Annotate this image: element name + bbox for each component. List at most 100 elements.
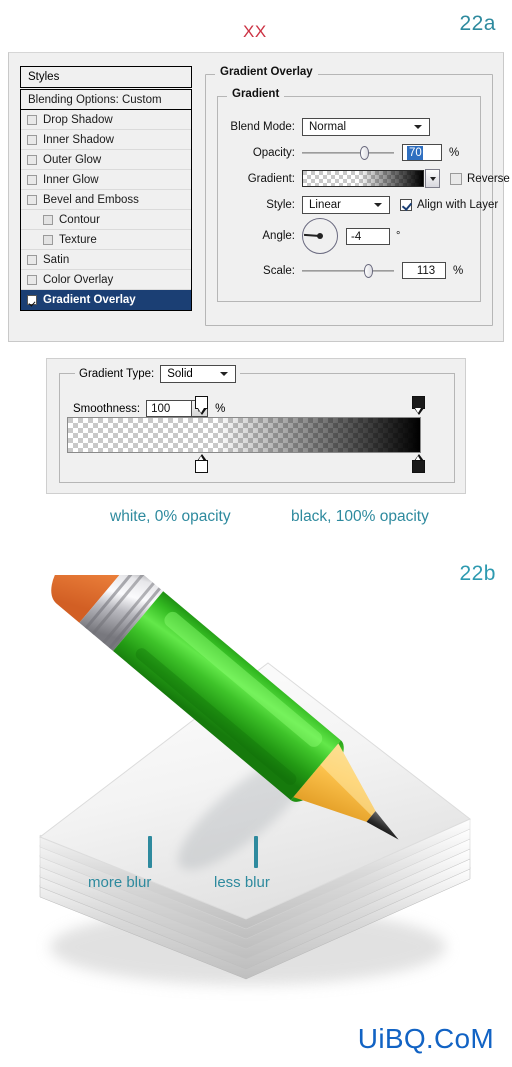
color-stop-swatch — [195, 460, 208, 473]
checkbox-inner-shadow[interactable] — [27, 134, 37, 145]
checkbox-texture[interactable] — [43, 234, 53, 245]
checkbox-gradient-overlay[interactable] — [27, 295, 37, 305]
opacity-slider-track — [302, 151, 394, 154]
blend-mode-row: Blend Mode: Normal — [227, 118, 430, 136]
scale-unit: % — [453, 264, 464, 277]
gradient-preview-bar[interactable] — [67, 417, 421, 453]
checkbox-bevel-and-emboss[interactable] — [27, 194, 37, 205]
checkbox-drop-shadow[interactable] — [27, 114, 37, 125]
style-row-outer-glow[interactable]: Outer Glow — [21, 150, 191, 170]
smoothness-unit: % — [215, 402, 226, 415]
angle-dial[interactable] — [302, 218, 338, 254]
opacity-label: Opacity: — [252, 146, 295, 159]
reverse-checkbox-row[interactable]: Reverse — [450, 172, 510, 185]
gradient-group-title: Gradient — [227, 88, 285, 100]
opacity-slider-knob[interactable] — [360, 145, 369, 160]
smoothness-value: 100 — [151, 403, 171, 415]
opacity-slider[interactable] — [302, 145, 394, 160]
style-label-outer-glow: Outer Glow — [43, 153, 102, 166]
styles-list: Blending Options: Custom Drop Shadow Inn… — [20, 89, 192, 311]
gradient-type-select[interactable]: Solid — [160, 365, 237, 383]
color-stop-white[interactable] — [195, 454, 208, 474]
checkbox-inner-glow[interactable] — [27, 174, 37, 185]
checkbox-align-with-layer[interactable] — [400, 199, 412, 211]
caption-more-blur: more blur — [88, 874, 152, 891]
checkbox-color-overlay[interactable] — [27, 274, 37, 285]
checkbox-satin[interactable] — [27, 254, 37, 265]
opacity-stop-tip-icon — [196, 408, 207, 415]
style-row-texture[interactable]: Texture — [21, 230, 191, 250]
checkbox-reverse[interactable] — [450, 172, 462, 185]
style-row-inner-shadow[interactable]: Inner Shadow — [21, 130, 191, 150]
style-row-contour[interactable]: Contour — [21, 210, 191, 230]
style-select[interactable]: Linear — [302, 196, 390, 214]
site-watermark: UiBQ.CoM — [357, 1023, 494, 1054]
layer-style-dialog: Styles Blending Options: Custom Drop Sha… — [8, 52, 510, 342]
color-stop-black[interactable] — [412, 454, 425, 474]
scale-input[interactable]: 113 — [402, 262, 446, 279]
gradient-overlay-pane: Gradient Overlay Gradient Blend Mode: No… — [205, 66, 510, 328]
style-row-gradient-overlay[interactable]: Gradient Overlay — [21, 290, 191, 310]
style-label-inner-glow: Inner Glow — [43, 173, 99, 186]
chevron-down-icon — [220, 372, 229, 376]
reverse-label: Reverse — [467, 172, 510, 185]
opacity-stop-white[interactable] — [195, 396, 208, 416]
scale-slider[interactable] — [302, 263, 394, 278]
figure-header-row: XX 22a — [0, 0, 512, 48]
opacity-input[interactable]: 70 — [402, 144, 442, 161]
xx-marker: XX — [243, 22, 267, 41]
style-row-drop-shadow[interactable]: Drop Shadow — [21, 110, 191, 130]
style-label-color-overlay: Color Overlay — [43, 273, 114, 286]
style-row: Style: Linear Align with Layer — [227, 196, 498, 214]
caption-black-stop: black, 100% opacity — [291, 508, 429, 525]
opacity-row: Opacity: 70 % — [227, 144, 459, 161]
color-stop-swatch — [412, 460, 425, 473]
opacity-unit: % — [449, 146, 460, 159]
style-label-gradient-overlay: Gradient Overlay — [43, 294, 136, 306]
blending-options-label: Blending Options: Custom — [28, 93, 162, 106]
scale-label: Scale: — [263, 264, 295, 277]
style-label-texture: Texture — [59, 233, 97, 246]
blending-options-row[interactable]: Blending Options: Custom — [21, 90, 191, 110]
angle-label: Angle: — [262, 230, 295, 242]
style-label-drop-shadow: Drop Shadow — [43, 113, 113, 126]
checkbox-outer-glow[interactable] — [27, 154, 37, 165]
style-row-color-overlay[interactable]: Color Overlay — [21, 270, 191, 290]
style-row-satin[interactable]: Satin — [21, 250, 191, 270]
blend-mode-select[interactable]: Normal — [302, 118, 430, 136]
angle-row: Angle: -4 ° — [227, 218, 400, 254]
scale-slider-track — [302, 269, 394, 272]
gradient-type-label: Gradient Type: — [79, 368, 155, 380]
smoothness-input[interactable]: 100 — [146, 400, 193, 417]
styles-column: Styles Blending Options: Custom Drop Sha… — [20, 66, 192, 311]
angle-input[interactable]: -4 — [346, 227, 390, 245]
chevron-down-icon — [374, 203, 382, 207]
leader-line-less-blur — [254, 836, 258, 868]
style-label: Style: — [266, 199, 295, 211]
gradient-picker-dropdown-icon[interactable] — [425, 169, 440, 188]
scale-row: Scale: 113 % — [227, 262, 463, 279]
checkbox-contour[interactable] — [43, 214, 53, 225]
caption-less-blur: less blur — [214, 874, 270, 891]
style-label-contour: Contour — [59, 213, 100, 226]
angle-value: -4 — [351, 230, 362, 243]
style-label-inner-shadow: Inner Shadow — [43, 133, 114, 146]
gradient-preview-swatch[interactable] — [302, 170, 424, 187]
opacity-stop-tip-icon — [413, 408, 424, 415]
leader-line-more-blur — [148, 836, 152, 868]
style-label-satin: Satin — [43, 253, 70, 266]
style-row-inner-glow[interactable]: Inner Glow — [21, 170, 191, 190]
scale-slider-knob[interactable] — [364, 263, 373, 278]
angle-unit: ° — [396, 230, 401, 242]
opacity-stop-black[interactable] — [412, 396, 425, 416]
angle-hub-icon — [317, 233, 323, 239]
figure-label-22a: 22a — [459, 12, 496, 35]
style-value: Linear — [309, 199, 341, 211]
align-with-layer-label: Align with Layer — [417, 199, 499, 211]
gradient-editor-panel: Gradient Type: Solid Smoothness: 100 % — [46, 358, 466, 494]
align-with-layer-row[interactable]: Align with Layer — [400, 199, 498, 211]
styles-header: Styles — [20, 66, 192, 88]
pencil-paper-svg — [38, 575, 471, 985]
style-row-bevel-and-emboss[interactable]: Bevel and Emboss — [21, 190, 191, 210]
gradient-overlay-title: Gradient Overlay — [215, 66, 318, 78]
